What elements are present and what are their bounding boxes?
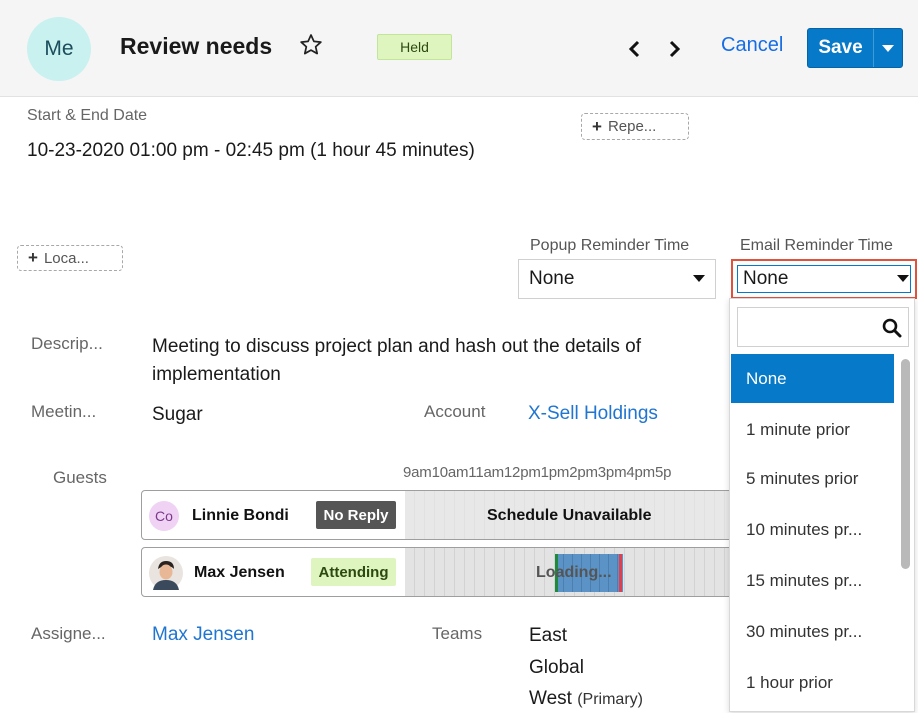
caret-down-icon — [897, 275, 909, 282]
dropdown-scrollbar[interactable] — [901, 359, 910, 569]
plus-icon: + — [592, 116, 602, 136]
email-reminder-dropdown: None 1 minute prior 5 minutes prior 10 m… — [729, 298, 915, 712]
account-link[interactable]: X-Sell Holdings — [528, 403, 658, 425]
email-reminder-value: None — [743, 268, 789, 289]
dropdown-option[interactable]: 1 minute prior — [731, 405, 894, 454]
dropdown-option[interactable]: 30 minutes pr... — [731, 607, 894, 656]
caret-down-icon — [882, 45, 894, 52]
description-value[interactable]: Meeting to discuss project plan and hash… — [152, 333, 727, 389]
guest-avatar: Co — [149, 501, 179, 531]
guest-row[interactable]: Co Linnie Bondi No Reply Schedule Unavai… — [141, 490, 741, 540]
location-button[interactable]: + Loca... — [17, 245, 123, 271]
save-button[interactable]: Save — [808, 29, 873, 67]
caret-down-icon — [693, 275, 705, 282]
save-button-group: Save — [807, 28, 903, 68]
guest-schedule-timeline: Schedule Unavailable — [405, 491, 740, 539]
search-icon — [882, 318, 902, 338]
meeting-label: Meetin... — [31, 402, 97, 421]
repeat-button[interactable]: + Repe... — [581, 113, 689, 140]
meeting-end-marker — [619, 554, 622, 592]
schedule-unavailable-text: Schedule Unavailable — [487, 507, 652, 524]
popup-reminder-value: None — [529, 268, 575, 289]
guest-name[interactable]: Linnie Bondi — [192, 507, 289, 525]
dropdown-option[interactable]: 10 minutes pr... — [731, 505, 894, 554]
star-outline-icon[interactable] — [298, 32, 324, 58]
team-primary-note: (Primary) — [577, 691, 643, 708]
start-end-date-label: Start & End Date — [27, 107, 148, 124]
email-reminder-label: Email Reminder Time — [740, 237, 893, 254]
email-reminder-select[interactable]: None — [731, 259, 917, 299]
teams-label: Teams — [432, 624, 483, 643]
guest-schedule-timeline: Loading... — [405, 548, 740, 596]
schedule-time-header: 9am10am11am12pm1pm2pm3pm4pm5p — [403, 464, 672, 481]
team-item: West (Primary) — [529, 688, 643, 710]
chevron-right-icon[interactable] — [664, 38, 684, 60]
dropdown-option[interactable]: 15 minutes pr... — [731, 556, 894, 605]
chevron-left-icon[interactable] — [625, 38, 645, 60]
assigned-label: Assigne... — [31, 624, 106, 643]
guest-row[interactable]: Max Jensen Attending Loading... — [141, 547, 741, 597]
plus-icon: + — [28, 248, 38, 267]
meeting-value[interactable]: Sugar — [152, 404, 203, 426]
description-label: Descrip... — [31, 334, 103, 353]
repeat-button-label: Repe... — [607, 118, 657, 135]
account-label: Account — [424, 402, 486, 421]
status-badge: Held — [377, 34, 452, 60]
popup-reminder-select[interactable]: None — [518, 259, 716, 299]
popup-reminder-label: Popup Reminder Time — [530, 237, 690, 254]
start-end-date-value[interactable]: 10-23-2020 01:00 pm - 02:45 pm (1 hour 4… — [27, 140, 475, 162]
guests-label: Guests — [53, 468, 107, 487]
team-name: West — [529, 688, 572, 709]
dropdown-option[interactable]: None — [731, 354, 894, 403]
dropdown-search-input[interactable] — [737, 307, 909, 347]
guest-status-badge: No Reply — [316, 501, 396, 529]
location-button-label: Loca... — [43, 249, 89, 267]
team-item: Global — [529, 657, 584, 678]
avatar[interactable]: Me — [27, 17, 91, 81]
guest-status-badge: Attending — [311, 558, 396, 586]
dropdown-option[interactable]: 1 hour prior — [731, 658, 894, 707]
save-menu-button[interactable] — [874, 29, 902, 67]
team-item: East — [529, 625, 568, 646]
schedule-loading-text: Loading... — [536, 564, 612, 581]
record-title: Review needs — [120, 33, 273, 59]
assigned-user-link[interactable]: Max Jensen — [152, 624, 254, 646]
cancel-button[interactable]: Cancel — [721, 34, 783, 57]
guest-name[interactable]: Max Jensen — [194, 564, 285, 582]
record-header: Me Review needs Held Cancel Save — [0, 0, 918, 97]
dropdown-option[interactable]: 5 minutes prior — [731, 454, 894, 503]
user-photo-icon — [149, 556, 183, 590]
